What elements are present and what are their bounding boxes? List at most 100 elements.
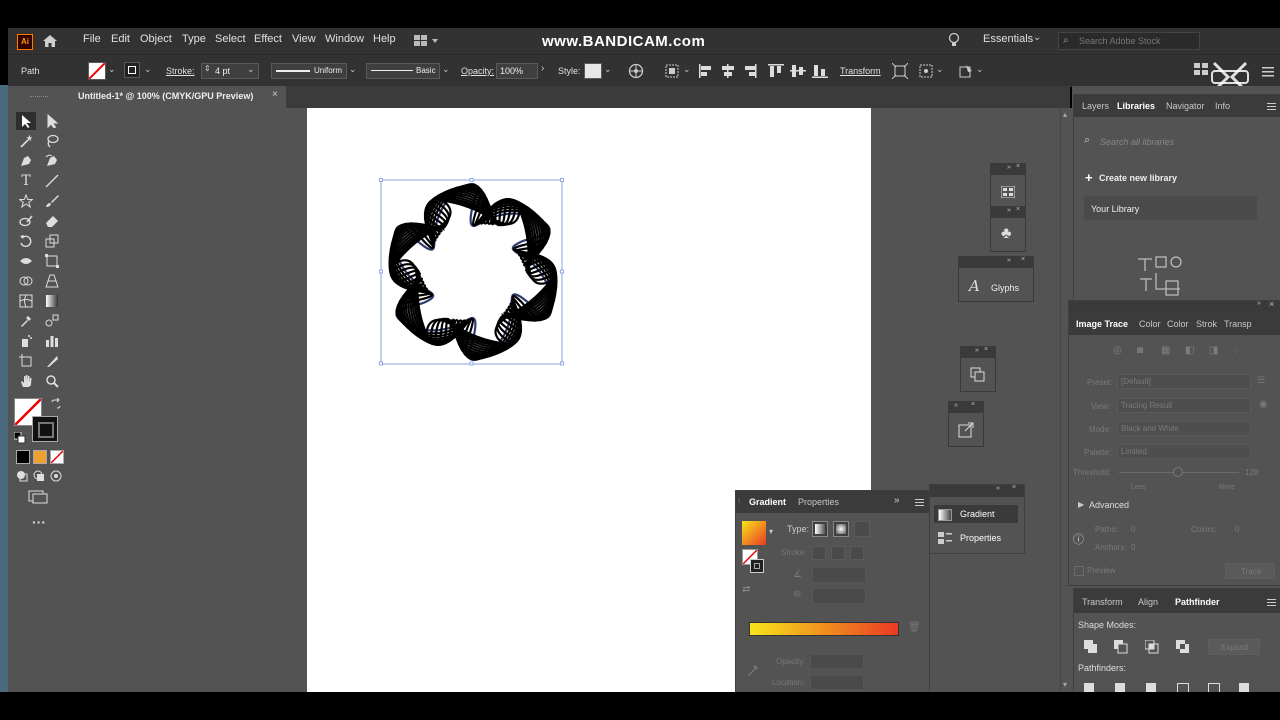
stepper-icon[interactable]: ⇕ xyxy=(204,64,211,73)
line-segment-tool[interactable] xyxy=(42,172,62,190)
fill-dropdown-chevron-icon[interactable]: ⌄ xyxy=(108,64,116,75)
align-left-icon[interactable] xyxy=(698,64,714,78)
trace-button[interactable]: Trace xyxy=(1225,563,1275,579)
collapsed-gradient-item[interactable]: Gradient xyxy=(934,505,1018,523)
stroke-along-button[interactable] xyxy=(831,546,845,560)
rotate-tool[interactable] xyxy=(16,232,36,250)
align-horizontal-center-icon[interactable] xyxy=(720,64,736,78)
grid-icon[interactable]: ▦ xyxy=(1161,345,1170,356)
selection-handle[interactable] xyxy=(560,178,564,182)
paintbrush-tool[interactable] xyxy=(42,192,62,210)
panel-grip-icon[interactable]: ⁝ xyxy=(738,497,740,505)
reverse-gradient-icon[interactable]: ⇄ xyxy=(742,584,750,595)
preview-checkbox[interactable] xyxy=(1074,566,1084,576)
radial-gradient-button[interactable] xyxy=(833,521,849,537)
glyphs-label[interactable]: Glyphs xyxy=(991,283,1019,293)
plus-icon[interactable]: + xyxy=(1085,170,1093,185)
panel-header[interactable]: » × xyxy=(1069,299,1280,311)
hamburger-menu-icon[interactable] xyxy=(1262,67,1274,77)
stroke-across-button[interactable] xyxy=(850,546,864,560)
toolbar-grip[interactable] xyxy=(30,96,48,99)
close-icon[interactable]: × xyxy=(1021,256,1025,263)
selection-handle[interactable] xyxy=(379,269,383,274)
draw-behind-icon[interactable] xyxy=(33,470,45,482)
free-transform-tool[interactable] xyxy=(42,252,62,270)
eye-icon[interactable]: ◉ xyxy=(1259,399,1268,410)
advanced-toggle[interactable]: Advanced xyxy=(1089,500,1129,510)
puppet-warp-icon[interactable] xyxy=(918,63,934,79)
star-tool[interactable] xyxy=(16,192,36,210)
default-fill-stroke-icon[interactable] xyxy=(14,432,26,444)
collapse-icon[interactable]: » xyxy=(1257,300,1261,307)
opacity-label[interactable]: Opacity: xyxy=(461,66,494,76)
selection-handle[interactable] xyxy=(560,361,564,366)
lightbulb-icon[interactable] xyxy=(948,32,960,49)
expand-triangle-icon[interactable]: ▶ xyxy=(1078,500,1084,509)
hand-tool[interactable] xyxy=(16,372,36,390)
gradient-angle-field[interactable] xyxy=(812,567,866,583)
align-bottom-icon[interactable] xyxy=(812,64,828,78)
close-icon[interactable]: × xyxy=(984,346,988,353)
linear-gradient-button[interactable] xyxy=(812,521,828,537)
direct-selection-tool[interactable] xyxy=(42,112,62,130)
perspective-grid-tool[interactable] xyxy=(42,272,62,290)
select-similar-icon[interactable] xyxy=(958,63,974,79)
lasso-tool[interactable] xyxy=(42,132,62,150)
fill-swatch[interactable] xyxy=(88,62,106,80)
intersect-icon[interactable] xyxy=(1145,640,1159,654)
glyphs-icon[interactable]: A xyxy=(969,277,980,295)
brush-definition-dropdown[interactable]: Basic xyxy=(366,63,440,79)
align-vertical-center-icon[interactable] xyxy=(790,64,806,78)
zoom-tool[interactable] xyxy=(42,372,62,390)
view-dropdown[interactable]: Tracing Result xyxy=(1117,398,1251,413)
spiral-wave-artwork[interactable] xyxy=(378,176,568,368)
panel-header[interactable]: » × xyxy=(991,163,1025,175)
artboard-tool[interactable] xyxy=(16,352,36,370)
panel-header[interactable]: » × xyxy=(930,484,1024,497)
collapse-icon[interactable]: » xyxy=(975,347,979,354)
library-search-input[interactable]: ⌕ Search all libraries xyxy=(1080,132,1270,150)
shape-builder-tool[interactable] xyxy=(16,272,36,290)
selection-handle[interactable] xyxy=(560,269,564,274)
collapse-icon[interactable]: » xyxy=(894,495,900,506)
gradient-opacity-field[interactable] xyxy=(810,654,864,669)
symbol-sprayer-tool[interactable] xyxy=(16,332,36,350)
collapsed-properties-item[interactable]: Properties xyxy=(934,529,1018,547)
selection-handle[interactable] xyxy=(469,361,474,366)
arrange-layers-icon[interactable] xyxy=(970,367,986,383)
preset-menu-icon[interactable]: ☰ xyxy=(1257,375,1265,386)
transform-link[interactable]: Transform xyxy=(840,66,881,76)
arrange-documents-icon[interactable] xyxy=(414,35,440,47)
chevron-down-icon[interactable]: ⌄ xyxy=(683,64,691,75)
close-icon[interactable]: × xyxy=(1016,206,1020,213)
exclude-icon[interactable] xyxy=(1176,640,1190,654)
stroke-label[interactable]: Stroke: xyxy=(166,66,195,76)
tab-align[interactable]: Align xyxy=(1138,597,1158,607)
curvature-tool[interactable] xyxy=(42,152,62,170)
chevron-down-icon[interactable]: ⌄ xyxy=(604,64,612,75)
tab-layers[interactable]: Layers xyxy=(1082,101,1109,111)
chevron-down-icon[interactable]: ⌄ xyxy=(936,64,944,75)
unite-icon[interactable] xyxy=(1084,640,1098,654)
isolate-object-icon[interactable] xyxy=(892,63,908,79)
stroke-within-button[interactable] xyxy=(812,546,826,560)
close-icon[interactable]: × xyxy=(1012,484,1016,491)
magic-wand-tool[interactable] xyxy=(16,132,36,150)
mesh-tool[interactable] xyxy=(16,292,36,310)
menu-file[interactable]: File xyxy=(83,33,101,45)
tab-color[interactable]: Color xyxy=(1139,319,1161,329)
shaper-tool[interactable] xyxy=(16,212,36,230)
eyedropper-tool[interactable] xyxy=(16,312,36,330)
club-symbol-icon[interactable]: ♣ xyxy=(1001,225,1012,243)
gradient-eyedropper-icon[interactable] xyxy=(746,663,760,677)
hamburger-menu-icon[interactable] xyxy=(1267,599,1276,606)
black-white-icon[interactable]: ◨ xyxy=(1209,345,1218,356)
tab-stroke[interactable]: Strok xyxy=(1196,319,1217,329)
tab-transform[interactable]: Transform xyxy=(1082,597,1123,607)
menu-window[interactable]: Window xyxy=(325,33,364,45)
align-top-icon[interactable] xyxy=(768,64,784,78)
tab-transparency[interactable]: Transp xyxy=(1224,319,1252,329)
panel-header[interactable]: » × xyxy=(959,256,1033,268)
type-tool[interactable]: T xyxy=(16,172,36,190)
menu-select[interactable]: Select xyxy=(215,33,246,45)
